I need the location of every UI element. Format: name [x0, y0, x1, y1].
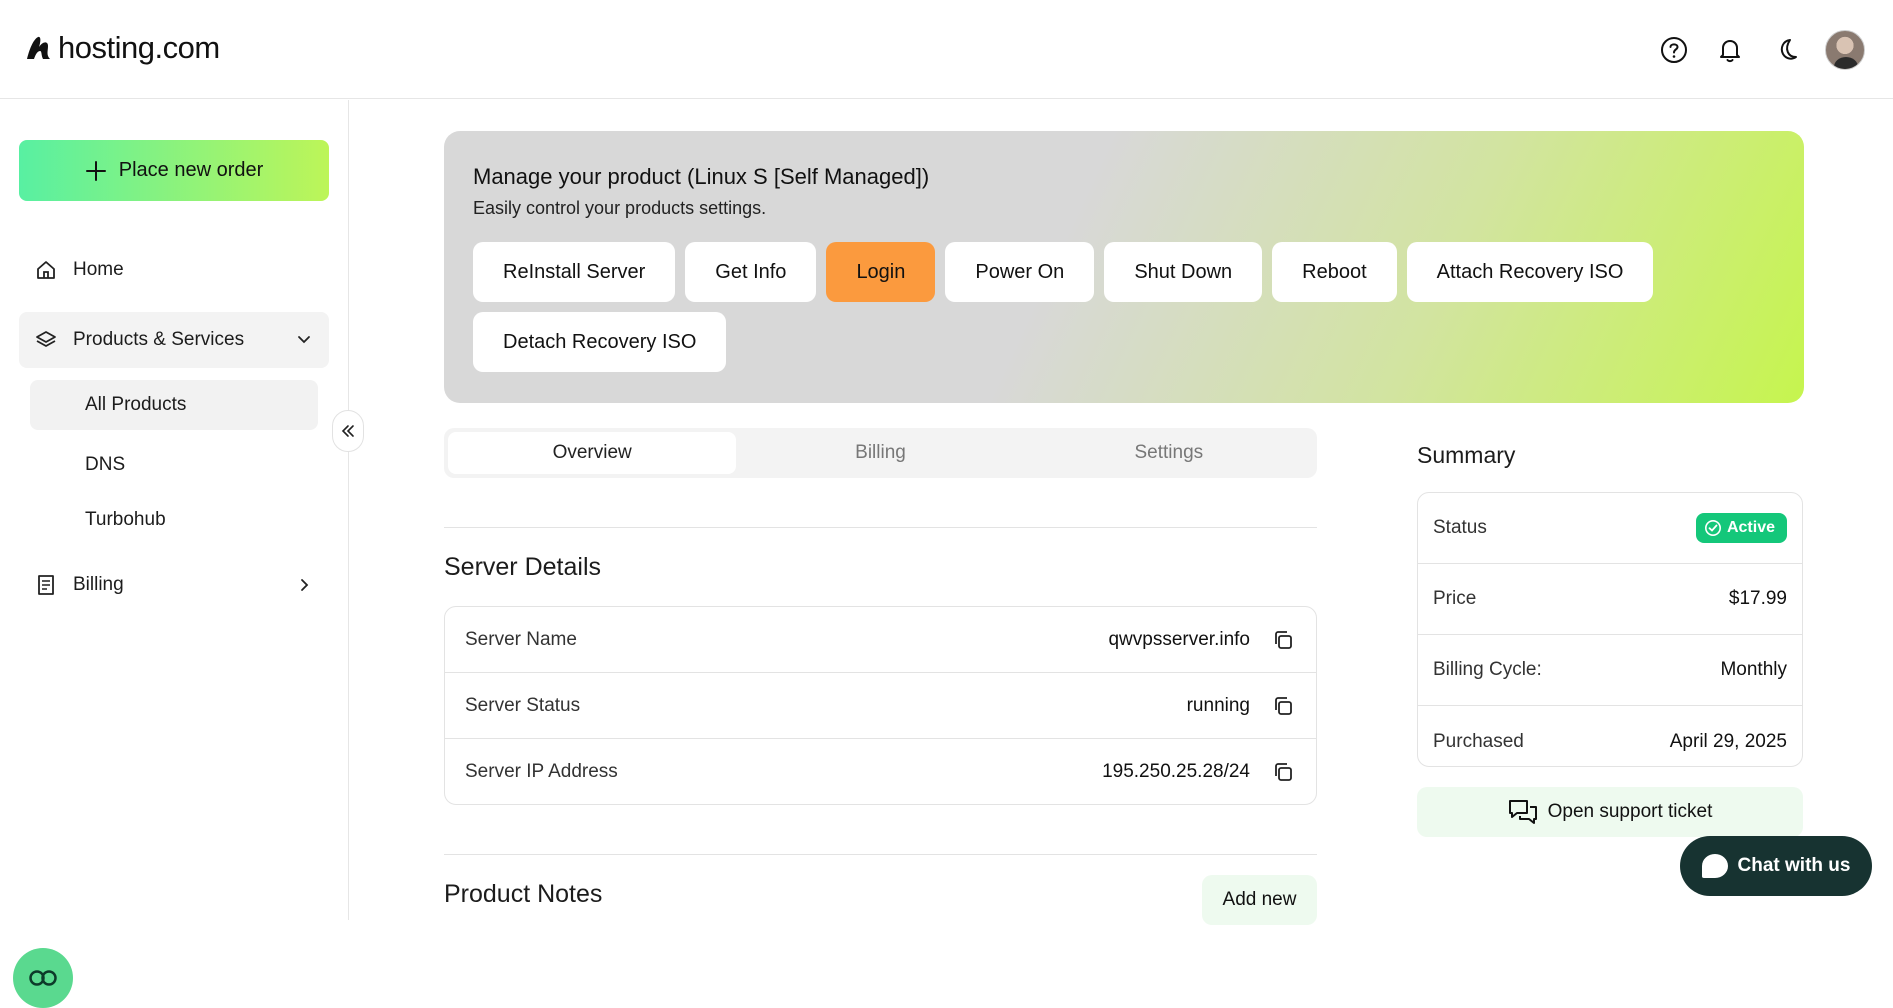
user-avatar[interactable] — [1825, 30, 1865, 70]
server-name-label: Server Name — [465, 628, 577, 650]
server-details-table: Server Name qwvpsserver.info Server Stat… — [444, 606, 1317, 805]
summary-row: Status Active — [1418, 493, 1802, 564]
billing-cycle-label: Billing Cycle: — [1433, 659, 1542, 680]
tab-overview[interactable]: Overview — [448, 432, 737, 474]
copy-icon[interactable] — [1270, 759, 1296, 785]
shut-down-button[interactable]: Shut Down — [1104, 242, 1263, 302]
chevron-down-icon — [298, 336, 310, 344]
get-info-button[interactable]: Get Info — [685, 242, 817, 302]
product-tabs: Overview Billing Settings — [444, 428, 1317, 478]
copy-icon[interactable] — [1270, 693, 1296, 719]
sidebar-item-products-services[interactable]: Products & Services — [19, 312, 329, 368]
sidebar-subitem-label: DNS — [85, 454, 126, 475]
sidebar-item-label: Home — [73, 259, 124, 280]
sidebar-subitem-dns[interactable]: DNS — [30, 440, 318, 490]
divider — [444, 854, 1317, 855]
chat-with-us-button[interactable]: Chat with us — [1680, 836, 1872, 896]
tab-billing[interactable]: Billing — [736, 432, 1024, 474]
server-ip-value: 195.250.25.28/24 — [1102, 761, 1250, 782]
support-ticket-label: Open support ticket — [1547, 801, 1713, 822]
summary-row: Billing Cycle: Monthly — [1418, 635, 1802, 706]
page-subtitle: Easily control your products settings. — [473, 198, 767, 218]
brand-logo[interactable]: hosting.com — [24, 30, 220, 66]
server-details-title: Server Details — [444, 553, 601, 581]
billing-cycle-value: Monthly — [1720, 659, 1787, 680]
header-actions — [1657, 30, 1865, 70]
page-title: Manage your product (Linux S [Self Manag… — [473, 164, 930, 189]
login-button[interactable]: Login — [826, 242, 936, 302]
sidebar-item-home[interactable]: Home — [19, 242, 329, 298]
open-support-ticket-button[interactable]: Open support ticket — [1417, 787, 1803, 837]
bell-icon[interactable] — [1713, 33, 1747, 67]
status-badge: Active — [1695, 513, 1787, 543]
table-row: Server Status running — [445, 673, 1316, 739]
server-name-value: qwvpsserver.info — [1108, 628, 1250, 650]
tab-settings[interactable]: Settings — [1025, 432, 1313, 474]
summary-row: Price $17.99 — [1418, 564, 1802, 635]
table-row: Server Name qwvpsserver.info — [445, 607, 1316, 673]
status-badge-text: Active — [1726, 519, 1775, 536]
server-status-label: Server Status — [465, 694, 581, 716]
table-row: Server IP Address 195.250.25.28/24 — [445, 739, 1316, 804]
sidebar: Place new order Home Products & Services… — [0, 100, 349, 1008]
sidebar-item-label: Billing — [73, 574, 124, 595]
action-buttons: ReInstall Server Get Info Login Power On… — [473, 242, 1673, 372]
home-icon — [37, 261, 55, 279]
power-on-button[interactable]: Power On — [945, 242, 1095, 302]
price-value: $17.99 — [1728, 588, 1787, 609]
sidebar-subitem-turbohub[interactable]: Turbohub — [30, 495, 318, 545]
sidebar-subitem-all-products[interactable]: All Products — [30, 380, 318, 430]
sidebar-item-label: Products & Services — [73, 329, 245, 350]
detach-recovery-iso-button[interactable]: Detach Recovery ISO — [473, 312, 727, 372]
place-new-order-button[interactable]: Place new order — [19, 140, 329, 201]
sidebar-subitem-label: All Products — [85, 394, 187, 415]
status-label: Status — [1433, 517, 1487, 538]
purchased-value: April 29, 2025 — [1669, 730, 1787, 752]
chat-label: Chat with us — [1737, 855, 1851, 876]
server-ip-label: Server IP Address — [465, 761, 618, 782]
check-circle-icon — [1704, 520, 1721, 536]
add-note-button[interactable]: Add new — [1202, 875, 1317, 925]
sidebar-subitem-label: Turbohub — [85, 509, 166, 530]
accessibility-button[interactable] — [13, 948, 73, 1008]
double-chevron-left-icon — [341, 425, 354, 437]
chat-bubbles-icon — [1508, 800, 1537, 824]
receipt-icon — [38, 575, 54, 595]
divider — [444, 527, 1317, 528]
brand-name: hosting.com — [58, 30, 220, 65]
top-bar: hosting.com — [0, 0, 1893, 99]
summary-row: Purchased April 29, 2025 — [1418, 706, 1802, 766]
place-new-order-label: Place new order — [118, 159, 264, 181]
chevron-right-icon — [301, 579, 309, 591]
summary-card: Status Active Price $17.99 Billing Cycle… — [1417, 492, 1803, 767]
help-icon[interactable] — [1657, 33, 1691, 67]
plus-icon — [85, 160, 106, 181]
purchased-label: Purchased — [1433, 730, 1524, 752]
summary-title: Summary — [1417, 442, 1516, 468]
sidebar-item-billing[interactable]: Billing — [19, 557, 329, 613]
price-label: Price — [1433, 588, 1477, 609]
product-notes-title: Product Notes — [444, 880, 603, 908]
product-management-panel: Manage your product (Linux S [Self Manag… — [444, 131, 1804, 403]
logo-mark-icon — [27, 36, 50, 59]
reinstall-server-button[interactable]: ReInstall Server — [473, 242, 676, 302]
copy-icon[interactable] — [1270, 627, 1296, 653]
server-status-value: running — [1186, 694, 1250, 716]
layers-icon — [36, 331, 56, 347]
chat-icon — [1701, 854, 1728, 878]
collapse-sidebar-button[interactable] — [332, 410, 364, 452]
reboot-button[interactable]: Reboot — [1272, 242, 1397, 302]
attach-recovery-iso-button[interactable]: Attach Recovery ISO — [1406, 242, 1654, 302]
glasses-icon — [29, 970, 57, 986]
moon-icon[interactable] — [1769, 33, 1803, 67]
